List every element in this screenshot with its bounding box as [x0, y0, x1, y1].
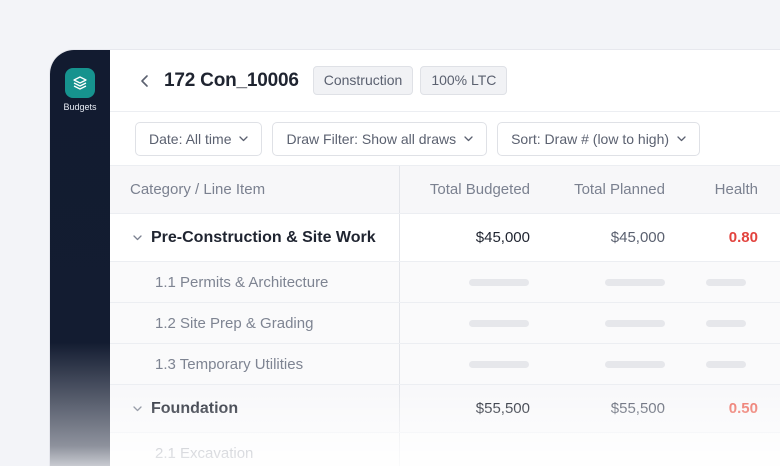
sidebar-item-budgets[interactable]: Budgets	[50, 68, 110, 112]
sidebar: Budgets	[50, 50, 110, 466]
line-item-name: 1.1 Permits & Architecture	[110, 262, 400, 302]
chevron-down-icon	[239, 135, 249, 142]
line-item-row[interactable]: 1.2 Site Prep & Grading	[110, 303, 780, 344]
total-budgeted-value: $55,500	[475, 400, 530, 417]
chevron-left-icon	[141, 74, 148, 87]
chevron-down-icon	[677, 135, 686, 142]
loading-placeholder	[605, 278, 665, 286]
category-row[interactable]: Foundation $55,500 $55,500 0.50	[110, 385, 780, 433]
sidebar-item-label: Budgets	[63, 102, 97, 112]
layers-icon	[65, 68, 95, 98]
main-content: 172 Con_10006 Construction 100% LTC Date…	[110, 50, 780, 466]
column-header-health[interactable]: Health	[665, 166, 758, 213]
loading-placeholder	[706, 278, 746, 286]
health-value: 0.80	[728, 229, 758, 246]
total-planned-value: $45,000	[610, 229, 665, 246]
loading-placeholder	[605, 319, 665, 327]
category-name: Foundation	[151, 399, 239, 417]
date-filter-dropdown[interactable]: Date: All time	[135, 121, 263, 156]
ltc-badge: 100% LTC	[420, 66, 508, 95]
filter-bar: Date: All time Draw Filter: Show all dra…	[110, 112, 780, 166]
loading-placeholder	[469, 278, 529, 286]
project-type-badge: Construction	[312, 66, 414, 95]
line-item-name: 2.1 Excavation	[110, 433, 400, 466]
sort-dropdown[interactable]: Sort: Draw # (low to high)	[497, 121, 701, 156]
health-value: 0.50	[728, 400, 758, 417]
loading-placeholder	[469, 319, 529, 327]
total-planned-value: $55,500	[610, 400, 665, 417]
draw-filter-dropdown[interactable]: Draw Filter: Show all draws	[272, 121, 488, 156]
line-item-name: 1.2 Site Prep & Grading	[110, 303, 400, 343]
column-header-total-budgeted[interactable]: Total Budgeted	[400, 166, 530, 213]
loading-placeholder	[469, 360, 529, 368]
line-item-row[interactable]: 1.1 Permits & Architecture	[110, 262, 780, 303]
draw-filter-label: Draw Filter: Show all draws	[286, 130, 457, 147]
loading-placeholder	[706, 360, 746, 368]
chevron-down-icon[interactable]	[130, 234, 144, 241]
loading-placeholder	[605, 360, 665, 368]
page-header: 172 Con_10006 Construction 100% LTC	[110, 50, 780, 112]
table-header-row: Category / Line Item Total Budgeted Tota…	[110, 166, 780, 214]
category-name: Pre-Construction & Site Work	[151, 228, 376, 246]
column-header-total-planned[interactable]: Total Planned	[530, 166, 665, 213]
back-button[interactable]	[136, 72, 154, 90]
chevron-down-icon[interactable]	[130, 405, 144, 412]
sort-label: Sort: Draw # (low to high)	[511, 130, 670, 147]
column-header-category[interactable]: Category / Line Item	[110, 166, 400, 213]
line-item-row[interactable]: 1.3 Temporary Utilities	[110, 344, 780, 385]
loading-placeholder	[706, 319, 746, 327]
chevron-down-icon	[464, 135, 473, 142]
category-row[interactable]: Pre-Construction & Site Work $45,000 $45…	[110, 214, 780, 262]
date-filter-label: Date: All time	[149, 130, 232, 147]
total-budgeted-value: $45,000	[475, 229, 530, 246]
app-window: Budgets 172 Con_10006 Construction 100% …	[50, 50, 780, 466]
budget-table: Category / Line Item Total Budgeted Tota…	[110, 166, 780, 466]
line-item-row[interactable]: 2.1 Excavation	[110, 433, 780, 466]
line-item-name: 1.3 Temporary Utilities	[110, 344, 400, 384]
page-title: 172 Con_10006	[164, 69, 299, 91]
